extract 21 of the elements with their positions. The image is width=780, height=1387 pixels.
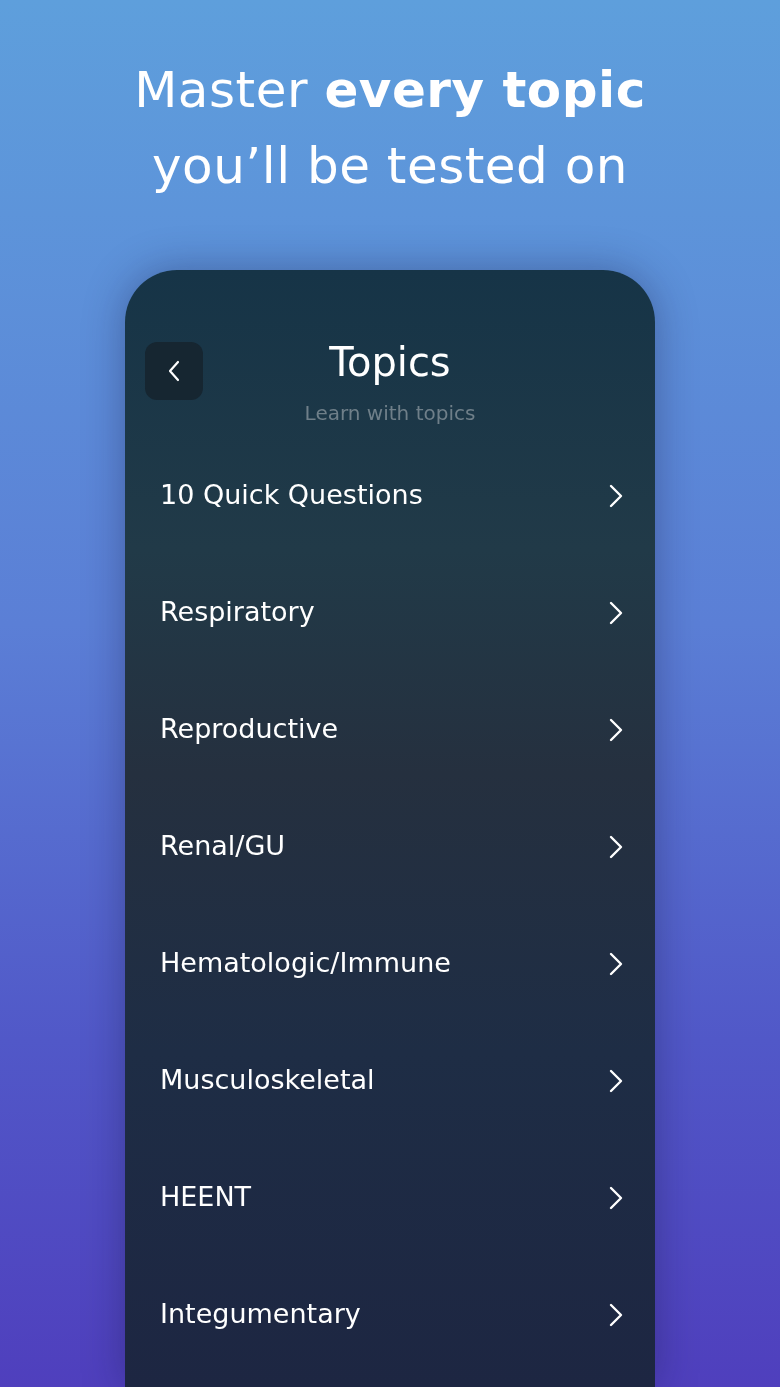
back-button[interactable] — [145, 342, 203, 400]
chevron-right-icon — [609, 717, 623, 742]
topic-item[interactable]: Reproductive — [160, 709, 339, 750]
topic-item[interactable]: Respiratory — [160, 592, 315, 633]
chevron-right-icon — [609, 600, 623, 625]
topic-item[interactable]: Integumentary — [160, 1294, 361, 1335]
headline-text: you’ll be tested on — [152, 137, 628, 195]
chevron-right-icon — [609, 951, 623, 976]
back-icon — [168, 360, 180, 382]
topic-item[interactable]: Hematologic/Immune — [160, 943, 451, 984]
screen-subtitle: Learn with topics — [304, 400, 476, 427]
topic-item[interactable]: 10 Quick Questions — [160, 475, 423, 516]
topic-item[interactable]: Renal/GU — [160, 826, 286, 867]
chevron-right-icon — [609, 1302, 623, 1327]
chevron-right-icon — [609, 483, 623, 508]
chevron-right-icon — [609, 1068, 623, 1093]
topic-item[interactable]: Musculoskeletal — [160, 1060, 375, 1101]
chevron-right-icon — [609, 1185, 623, 1210]
headline-text: Master every topic — [134, 61, 646, 119]
topic-item[interactable]: HEENT — [160, 1177, 252, 1218]
chevron-right-icon — [609, 834, 623, 859]
